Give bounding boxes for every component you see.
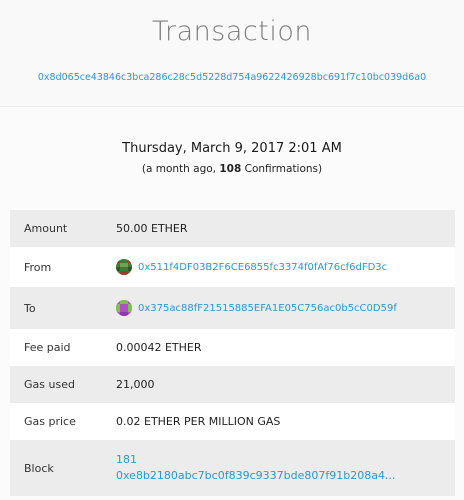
confirm-suffix: Confirmations) xyxy=(241,163,323,175)
fee-paid-label: Fee paid xyxy=(24,341,71,354)
row-from: From 0x511f4DF03B2F6CE6855fc3374f0fAf76c… xyxy=(10,247,455,287)
gas-used-label: Gas used xyxy=(24,378,75,391)
fee-paid-value: 0.00042 ETHER xyxy=(116,341,202,354)
block-value-cell: 181 0xe8b2180abc7bc0f839c9337bde807f91b2… xyxy=(116,440,455,496)
from-value-cell: 0x511f4DF03B2F6CE6855fc3374f0fAf76cf6dFD… xyxy=(116,247,455,287)
to-address: 0x375ac88fF21515885EFA1E05C756ac0b5cC0D5… xyxy=(116,300,455,316)
from-address-link[interactable]: 0x511f4DF03B2F6CE6855fc3374f0fAf76cf6dFD… xyxy=(138,262,387,273)
row-gas-used: Gas used 21,000 xyxy=(10,366,455,403)
block-info: 181 0xe8b2180abc7bc0f839c9337bde807f91b2… xyxy=(116,452,455,484)
from-label: From xyxy=(24,260,52,274)
amount-value: 50.00 ETHER xyxy=(116,222,188,235)
identicon-purple-icon xyxy=(116,300,132,316)
row-amount: Amount 50.00 ETHER xyxy=(10,210,455,247)
block-hash-link[interactable]: 0xe8b2180abc7bc0f839c9337bde807f91b208a4… xyxy=(116,469,395,482)
block-label: Block xyxy=(24,461,54,475)
to-value-cell: 0x375ac88fF21515885EFA1E05C756ac0b5cC0D5… xyxy=(116,287,455,329)
to-label: To xyxy=(24,301,36,315)
identicon-green-icon xyxy=(116,259,132,275)
row-gas-price: Gas price 0.02 ETHER PER MILLION GAS xyxy=(10,403,455,440)
confirmation-count: 108 xyxy=(219,163,242,175)
gas-used-value: 21,000 xyxy=(116,378,155,391)
transaction-page: Transaction 0x8d065ce43846c3bca286c28c5d… xyxy=(0,0,464,500)
row-block: Block 181 0xe8b2180abc7bc0f839c9337bde80… xyxy=(10,440,455,496)
row-to: To 0x375ac88fF21515885EFA1E05C756ac0b5cC… xyxy=(10,287,455,329)
transaction-date: Thursday, March 9, 2017 2:01 AM xyxy=(122,141,342,156)
block-number-link[interactable]: 181 xyxy=(116,453,137,466)
header-divider xyxy=(0,106,464,107)
transaction-hash-link[interactable]: 0x8d065ce43846c3bca286c28c5d5228d754a962… xyxy=(0,72,464,83)
confirm-prefix: (a month ago, xyxy=(141,163,220,175)
amount-label: Amount xyxy=(24,222,68,235)
page-title: Transaction xyxy=(152,16,312,47)
gas-price-label: Gas price xyxy=(24,415,76,428)
to-address-link[interactable]: 0x375ac88fF21515885EFA1E05C756ac0b5cC0D5… xyxy=(138,303,397,314)
row-fee-paid: Fee paid 0.00042 ETHER xyxy=(10,329,455,366)
transaction-details-table: Amount 50.00 ETHER From 0x511f4DF03B2F6C… xyxy=(10,210,455,496)
from-address: 0x511f4DF03B2F6CE6855fc3374f0fAf76cf6dFD… xyxy=(116,259,455,275)
gas-price-value: 0.02 ETHER PER MILLION GAS xyxy=(116,415,281,428)
confirmation-info: (a month ago, 108 Confirmations) xyxy=(0,163,464,175)
